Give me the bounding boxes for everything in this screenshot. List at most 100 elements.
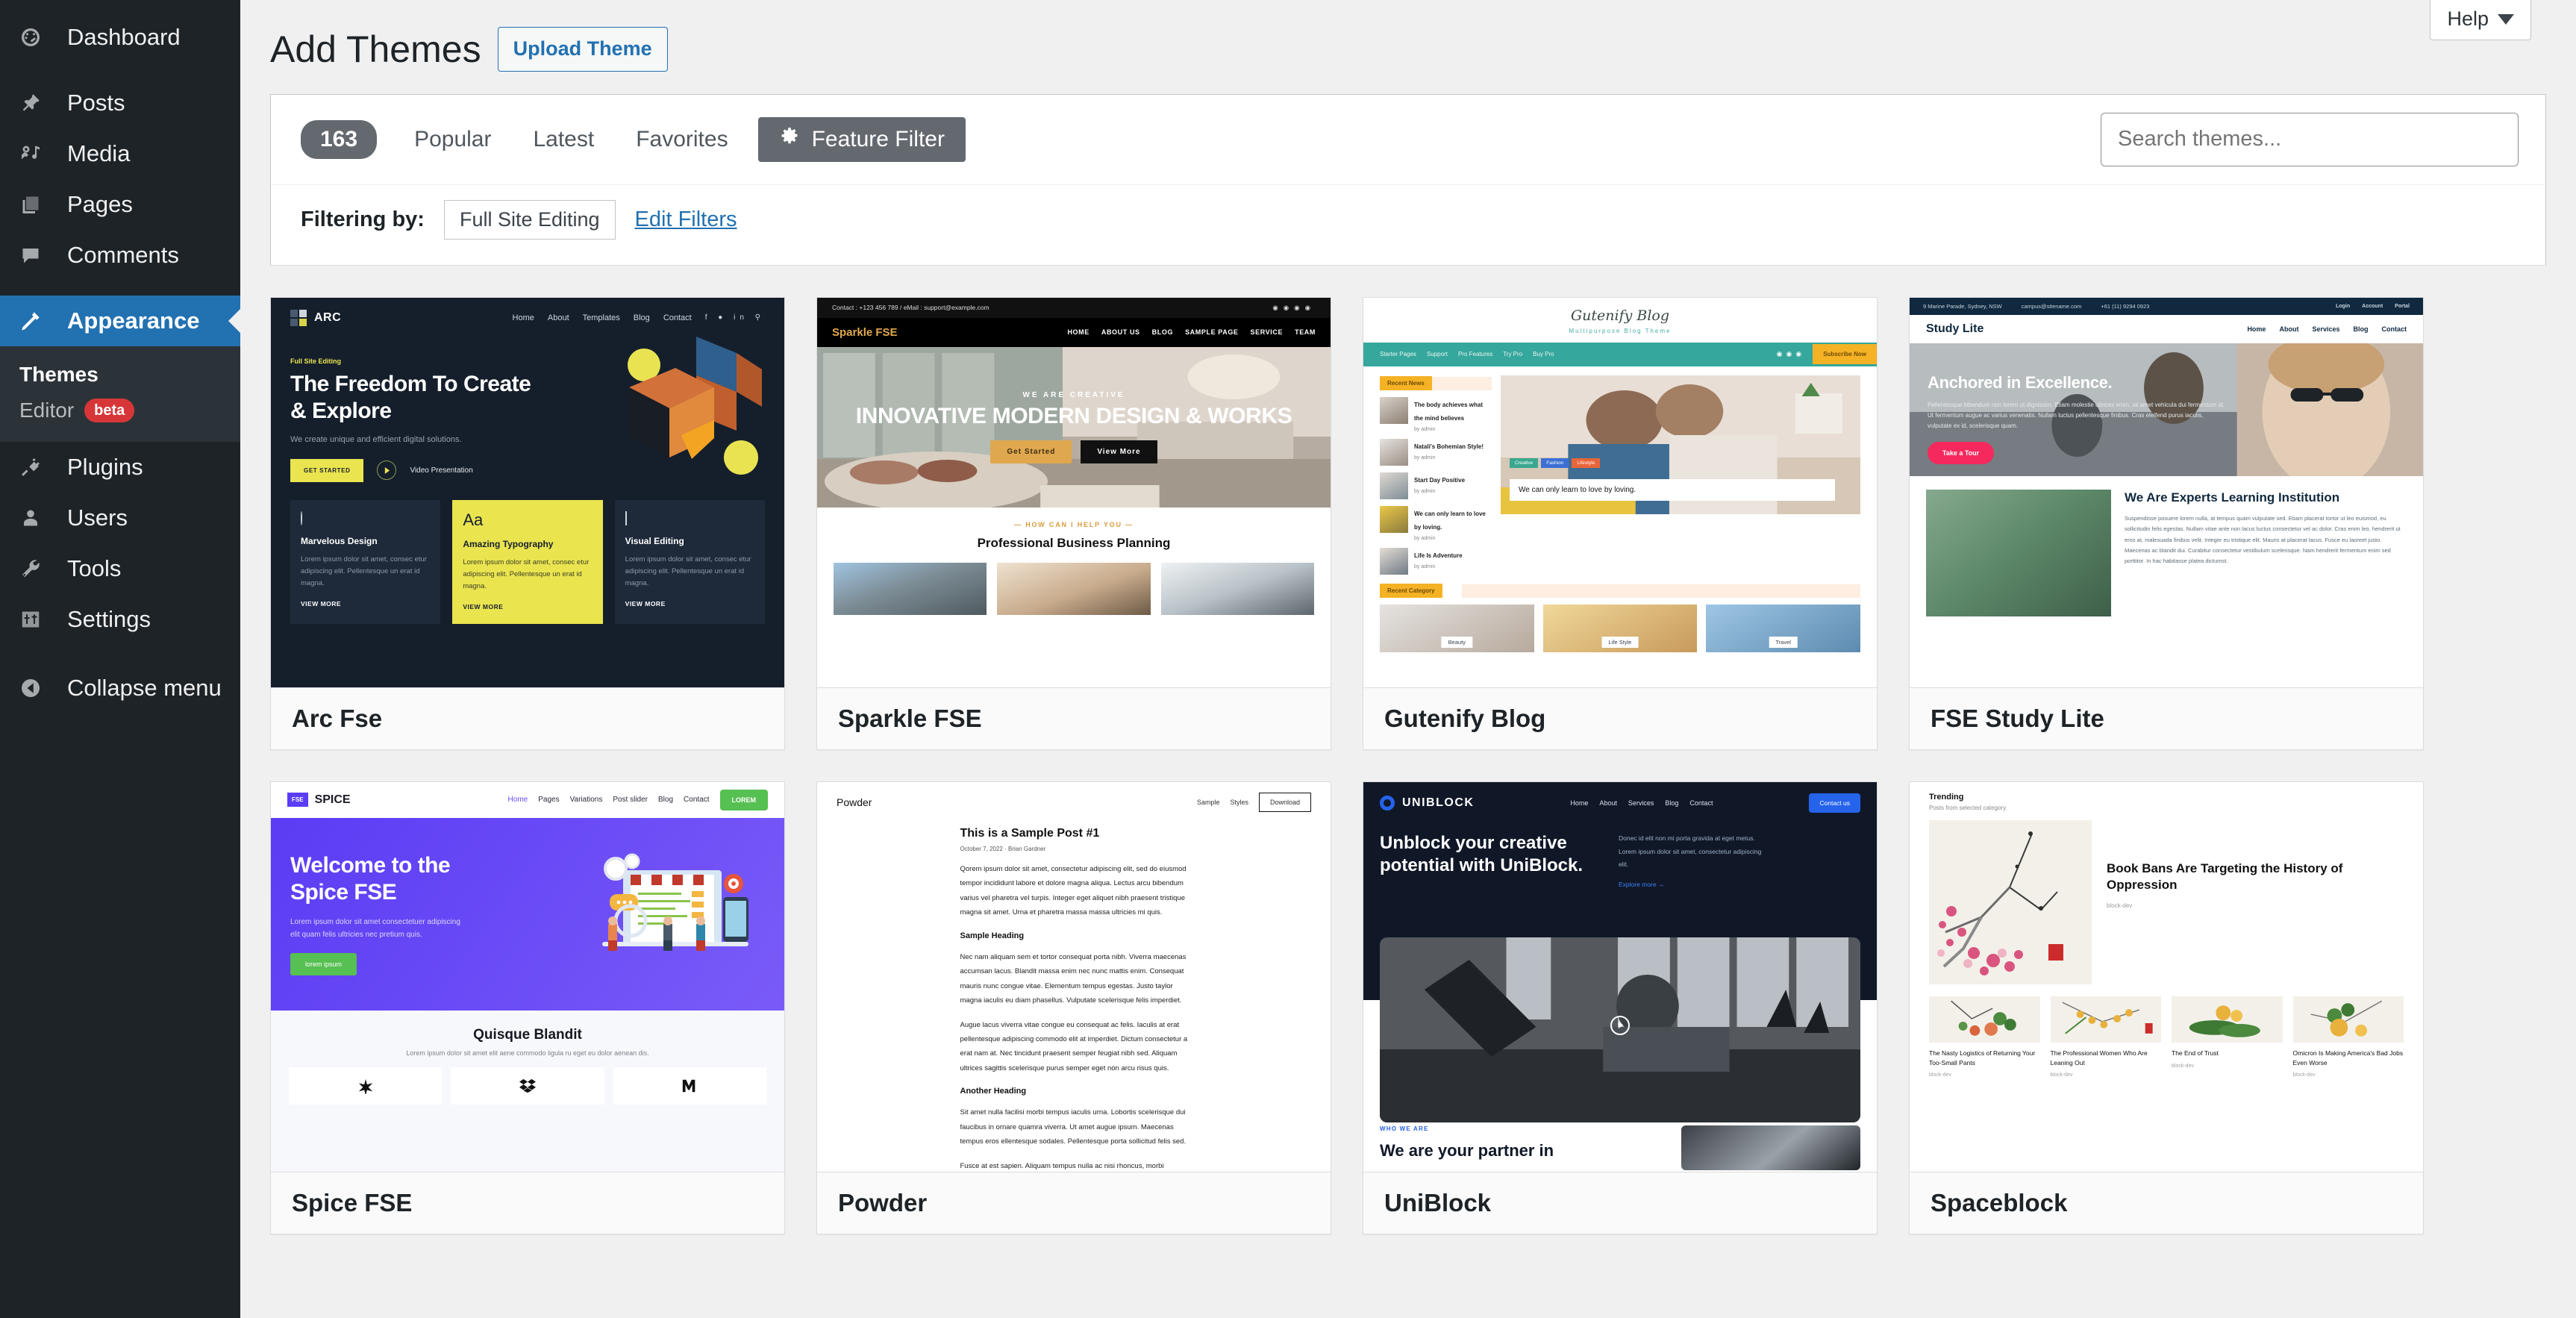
preview-nav-item: Contact bbox=[684, 796, 709, 804]
preview-category-card: Travel bbox=[1706, 605, 1860, 652]
preview-post-item: The body achieves what the mind believes… bbox=[1380, 397, 1492, 432]
sidebar-item-label: Posts bbox=[67, 90, 125, 116]
theme-card[interactable]: Trending Posts from selected category. bbox=[1909, 781, 2424, 1234]
preview-feature-caption: We can only learn to love by loving. bbox=[1510, 479, 1835, 501]
theme-card[interactable]: Powder Sample Styles Download This is a … bbox=[816, 781, 1331, 1234]
plug-icon bbox=[19, 456, 52, 478]
user-icon bbox=[19, 507, 52, 529]
preview-nav-item: Blog bbox=[658, 796, 673, 804]
preview-post-author: block-dev bbox=[1929, 1072, 2040, 1078]
play-icon bbox=[377, 460, 396, 480]
preview-feature-card: Aa Amazing Typography Lorem ipsum dolor … bbox=[452, 500, 602, 624]
preview-heading: Anchored in Excellence. bbox=[1928, 373, 2225, 393]
preview-subheading: Sample Heading bbox=[960, 931, 1188, 940]
preview-nav-item: Home bbox=[513, 313, 534, 322]
preview-heading: Unblock your creative potential with Uni… bbox=[1380, 832, 1604, 889]
submenu-item-themes[interactable]: Themes bbox=[0, 357, 240, 393]
preview-nav-item: Try Pro bbox=[1503, 351, 1522, 357]
preview-post-item: Natali's Bohemian Style!by admin bbox=[1380, 439, 1492, 466]
preview-paragraph: Pellentesque bibendum non lorem ut digni… bbox=[1928, 400, 2225, 431]
preview-category-card: Beauty bbox=[1380, 605, 1534, 652]
sidebar-item-comments[interactable]: Comments bbox=[0, 230, 240, 281]
preview-hero: Welcome to the Spice FSE Lorem ipsum dol… bbox=[271, 818, 784, 1011]
wp-admin-screen: Dashboard Posts Media Pages Commen bbox=[0, 0, 2576, 1318]
preview-recent-news-label: Recent News bbox=[1380, 376, 1432, 390]
theme-card[interactable]: Contact : +123 456 789 / eMail : support… bbox=[816, 297, 1331, 750]
preview-nav-item: Pages bbox=[538, 796, 559, 804]
preview-category-label: Life Style bbox=[1602, 637, 1639, 648]
preview-post-thumb bbox=[2293, 996, 2404, 1043]
preview-nav-item: BLOG bbox=[1152, 328, 1173, 336]
preview-video-label: Video Presentation bbox=[410, 466, 472, 475]
preview-kicker: — HOW CAN I HELP YOU — bbox=[817, 521, 1331, 528]
theme-card[interactable]: FSE SPICE Home Pages Variations Post sli… bbox=[270, 781, 785, 1234]
preview-logo-card bbox=[289, 1067, 442, 1105]
preview-top-link: Account bbox=[2362, 304, 2383, 309]
preview-heading: Welcome to the Spice FSE bbox=[290, 852, 477, 905]
sidebar-item-settings[interactable]: Settings bbox=[0, 594, 240, 645]
pages-icon bbox=[19, 193, 52, 216]
tab-favorites[interactable]: Favorites bbox=[615, 119, 748, 160]
preview-top-link: Portal bbox=[2395, 304, 2410, 309]
sidebar-item-pages[interactable]: Pages bbox=[0, 179, 240, 230]
preview-section-heading: Quisque Blandit bbox=[271, 1027, 784, 1043]
submenu-item-editor[interactable]: Editor beta bbox=[0, 393, 240, 428]
preview-nav-item: About bbox=[2279, 325, 2298, 333]
preview-paragraph: Lorem ipsum dolor sit amet consectetuer … bbox=[290, 916, 462, 941]
arc-logo-icon bbox=[290, 310, 307, 326]
preview-logo: Powder bbox=[837, 796, 872, 808]
theme-filter-tabs: 163 Popular Latest Favorites Feature Fil… bbox=[271, 95, 2545, 184]
search-input[interactable] bbox=[2101, 113, 2519, 166]
preview-cta-secondary: View More bbox=[1081, 440, 1157, 463]
media-icon bbox=[19, 143, 52, 165]
sidebar-item-media[interactable]: Media bbox=[0, 128, 240, 179]
help-tab[interactable]: Help bbox=[2430, 0, 2531, 40]
preview-post-item: We can only learn to love by loving.by a… bbox=[1380, 506, 1492, 541]
upload-theme-button[interactable]: Upload Theme bbox=[498, 27, 668, 72]
preview-nav-item: Contact bbox=[1689, 799, 1713, 807]
preview-nav-item: Blog bbox=[634, 313, 650, 322]
tab-latest[interactable]: Latest bbox=[512, 119, 615, 160]
preview-nav-item: Blog bbox=[2354, 325, 2369, 333]
dashboard-icon bbox=[19, 26, 52, 49]
sidebar-item-collapse-menu[interactable]: Collapse menu bbox=[0, 663, 240, 713]
preview-logo: ARC bbox=[314, 311, 341, 325]
sidebar-item-plugins[interactable]: Plugins bbox=[0, 442, 240, 493]
preview-feature-card: Marvelous Design Lorem ipsum dolor sit a… bbox=[290, 500, 440, 624]
sidebar-item-dashboard[interactable]: Dashboard bbox=[0, 12, 240, 63]
preview-paragraph: Sit amet nulla facilisi morbi tempus iac… bbox=[960, 1105, 1188, 1149]
social-icons: ◉◉◉ bbox=[1777, 350, 1806, 358]
edit-filters-link[interactable]: Edit Filters bbox=[635, 207, 737, 232]
preview-post-thumb bbox=[2051, 996, 2162, 1043]
preview-chip: Fashion bbox=[1541, 458, 1569, 468]
theme-card[interactable]: 9 Marine Parade, Sydney, NSW campus@site… bbox=[1909, 297, 2424, 750]
preview-paragraph: Augue lacus viverra vitae congue eu cons… bbox=[960, 1018, 1188, 1076]
preview-post-item: The Professional Women Who Are Leaning O… bbox=[2051, 996, 2162, 1078]
gear-circle-icon bbox=[301, 511, 302, 525]
preview-nav-item: About bbox=[548, 313, 569, 322]
feature-filter-button[interactable]: Feature Filter bbox=[758, 117, 966, 162]
preview-cta-button: Contact us bbox=[1809, 793, 1860, 813]
sidebar-item-label: Settings bbox=[67, 606, 151, 633]
sidebar-item-label: Comments bbox=[67, 242, 179, 269]
theme-card[interactable]: Gutenify Blog Multipurpose Blog Theme St… bbox=[1363, 297, 1878, 750]
tab-popular[interactable]: Popular bbox=[393, 119, 512, 160]
preview-subscribe-button: Subscribe Now bbox=[1813, 344, 1877, 364]
spice-logo-icon: FSE bbox=[287, 793, 308, 807]
preview-nav-item: Services bbox=[1628, 799, 1654, 807]
sidebar-item-tools[interactable]: Tools bbox=[0, 543, 240, 594]
preview-logo: SPICE bbox=[315, 793, 351, 807]
sidebar-item-appearance[interactable]: Appearance bbox=[0, 296, 240, 346]
sidebar-item-users[interactable]: Users bbox=[0, 493, 240, 543]
theme-screenshot: FSE SPICE Home Pages Variations Post sli… bbox=[271, 782, 784, 1172]
theme-card[interactable]: UNIBLOCK Home About Services Blog Contac… bbox=[1363, 781, 1878, 1234]
main-content: Help Add Themes Upload Theme 163 Popular… bbox=[240, 0, 2576, 1318]
theme-grid: ARC Home About Templates Blog Contact f … bbox=[240, 266, 2576, 1264]
preview-paragraph: Nec nam aliquam sem et tortor consequat … bbox=[960, 950, 1188, 1008]
theme-card[interactable]: ARC Home About Templates Blog Contact f … bbox=[270, 297, 785, 750]
sidebar-item-posts[interactable]: Posts bbox=[0, 78, 240, 128]
preview-post-title: The body achieves what the mind believes bbox=[1414, 402, 1483, 422]
brush-icon bbox=[19, 310, 52, 332]
preview-post-title: The End of Trust bbox=[2172, 1049, 2283, 1058]
uniblock-logo-icon bbox=[1380, 796, 1395, 811]
